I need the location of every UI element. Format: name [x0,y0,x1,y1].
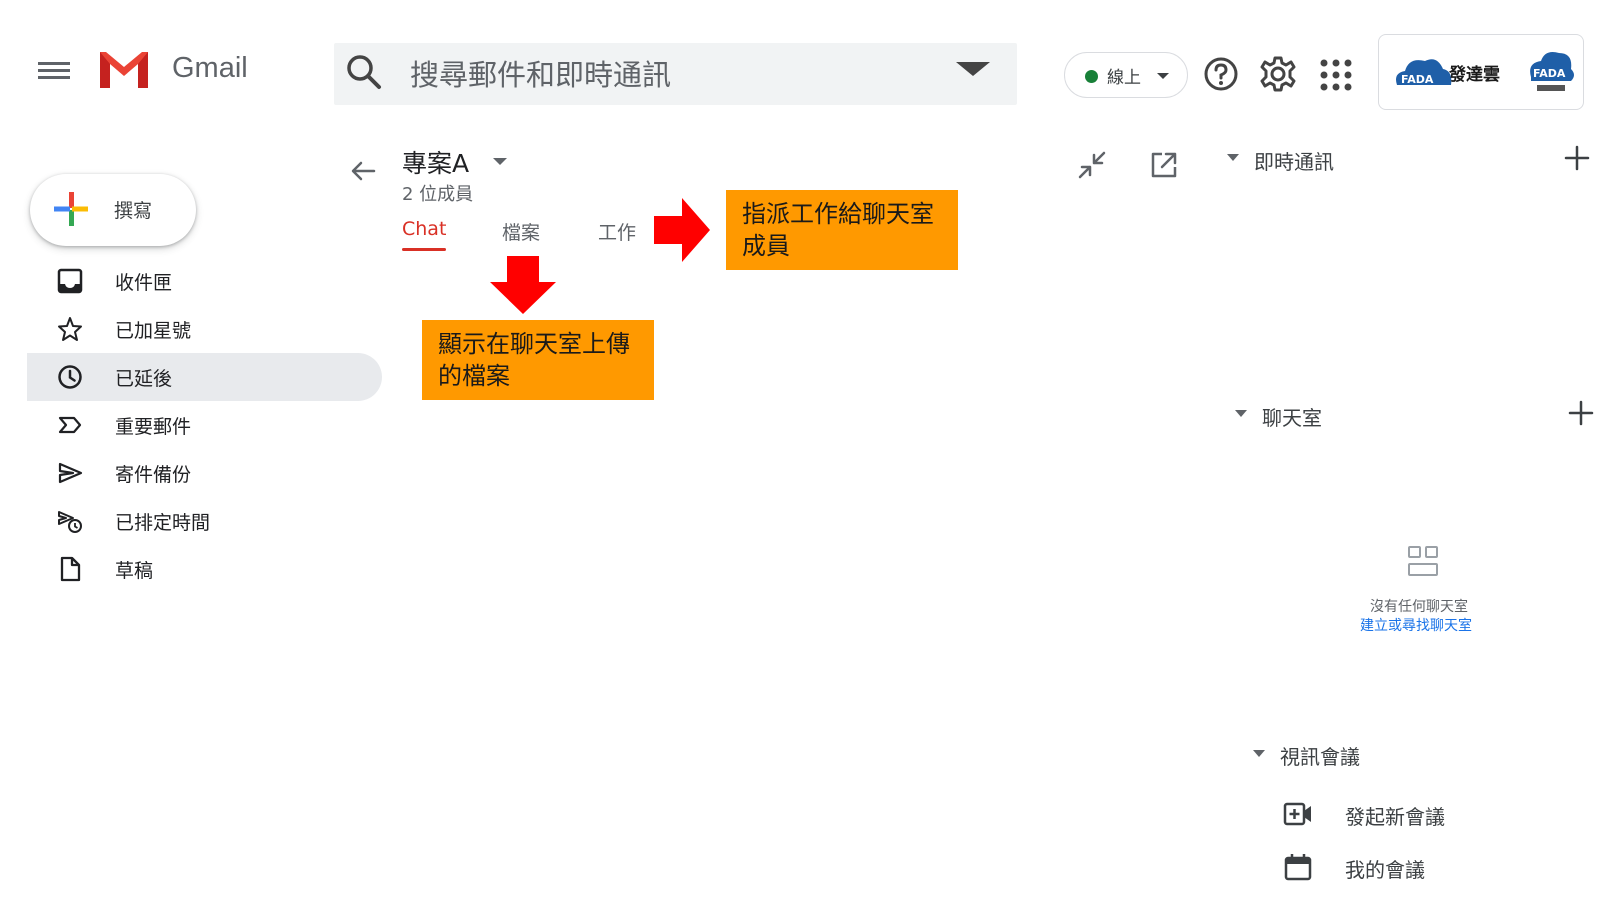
tab-files[interactable]: 檔案 [502,218,540,245]
rooms-empty-text: 沒有任何聊天室 [1370,599,1468,615]
create-or-find-room-link[interactable]: 建立或尋找聊天室 [1360,615,1472,635]
nav-item-label: 寄件備份 [115,464,192,486]
nav-item-label: 收件匣 [115,272,173,294]
search-input[interactable] [408,56,932,94]
active-tab-indicator [402,248,446,251]
status-selector[interactable]: 線上 [1064,52,1188,98]
chat-section-toggle-icon[interactable] [1227,154,1239,161]
gmail-logo[interactable] [96,48,152,90]
account-switcher[interactable]: FADA 發達雲 FADA [1378,34,1584,110]
nav-item-scheduled[interactable]: 已排定時間 [27,497,382,545]
scheduled-send-icon [58,511,82,533]
help-icon[interactable] [1203,56,1239,92]
nav-item-important[interactable]: 重要郵件 [27,401,382,449]
search-options-icon[interactable] [956,62,990,76]
brand-name: 發達雲 [1449,65,1500,85]
room-title[interactable]: 專案A [402,144,469,180]
chevron-down-icon[interactable] [493,158,507,165]
back-arrow-icon[interactable] [350,160,376,182]
nav-item-label: 已排定時間 [115,512,211,534]
nav-item-snoozed[interactable]: 已延後 [27,353,382,401]
nav-item-sent[interactable]: 寄件備份 [27,449,382,497]
clock-icon [58,365,82,389]
star-icon [58,317,82,341]
my-meetings-link[interactable]: 我的會議 [1345,854,1425,883]
new-room-plus-icon[interactable] [1568,400,1594,426]
important-icon [58,416,82,434]
open-in-new-icon[interactable] [1149,150,1179,180]
avatar[interactable]: FADA [1527,47,1575,97]
room-member-count[interactable]: 2 位成員 [402,180,473,206]
new-chat-plus-icon[interactable] [1564,145,1590,171]
nav-item-label: 草稿 [115,560,154,582]
chat-section-title[interactable]: 即時通訊 [1254,146,1334,175]
start-meeting-link[interactable]: 發起新會議 [1345,801,1445,830]
rooms-section-toggle-icon[interactable] [1235,410,1247,417]
tab-tasks[interactable]: 工作 [598,218,636,245]
nav-item-label: 已加星號 [115,320,192,342]
meet-section-title[interactable]: 視訊會議 [1280,741,1360,770]
main-menu-button[interactable] [38,58,70,84]
annotation-callout-tasks: 指派工作給聊天室成員 [726,190,958,270]
search-icon[interactable] [344,52,384,92]
draft-icon [60,556,81,582]
inbox-icon [57,268,83,294]
rooms-empty-icon [1408,546,1438,576]
video-call-icon[interactable] [1283,799,1313,829]
nav-item-drafts[interactable]: 草稿 [27,545,382,593]
collapse-icon[interactable] [1077,150,1107,180]
online-status-dot [1085,70,1098,83]
meet-section-toggle-icon[interactable] [1253,750,1265,757]
plus-icon [54,192,88,226]
gear-icon[interactable] [1259,55,1297,93]
chevron-down-icon [1157,73,1169,79]
nav-item-inbox[interactable]: 收件匣 [27,257,382,305]
apps-grid-icon[interactable] [1319,58,1353,92]
svg-text:FADA: FADA [1401,73,1434,86]
app-name: Gmail [172,52,248,84]
compose-label: 撰寫 [114,200,153,222]
nav-item-label: 已延後 [115,368,173,390]
compose-button[interactable]: 撰寫 [30,174,196,246]
calendar-icon[interactable] [1283,852,1313,882]
annotation-arrow-down [490,256,556,314]
nav-item-starred[interactable]: 已加星號 [27,305,382,353]
rooms-section-title[interactable]: 聊天室 [1262,402,1322,431]
nav-item-label: 重要郵件 [115,416,192,438]
send-icon [58,462,83,484]
annotation-callout-files: 顯示在聊天室上傳的檔案 [422,320,654,400]
svg-text:FADA: FADA [1533,67,1566,80]
status-label: 線上 [1107,68,1141,88]
annotation-arrow-right [654,198,710,262]
tab-chat[interactable]: Chat [402,218,446,240]
